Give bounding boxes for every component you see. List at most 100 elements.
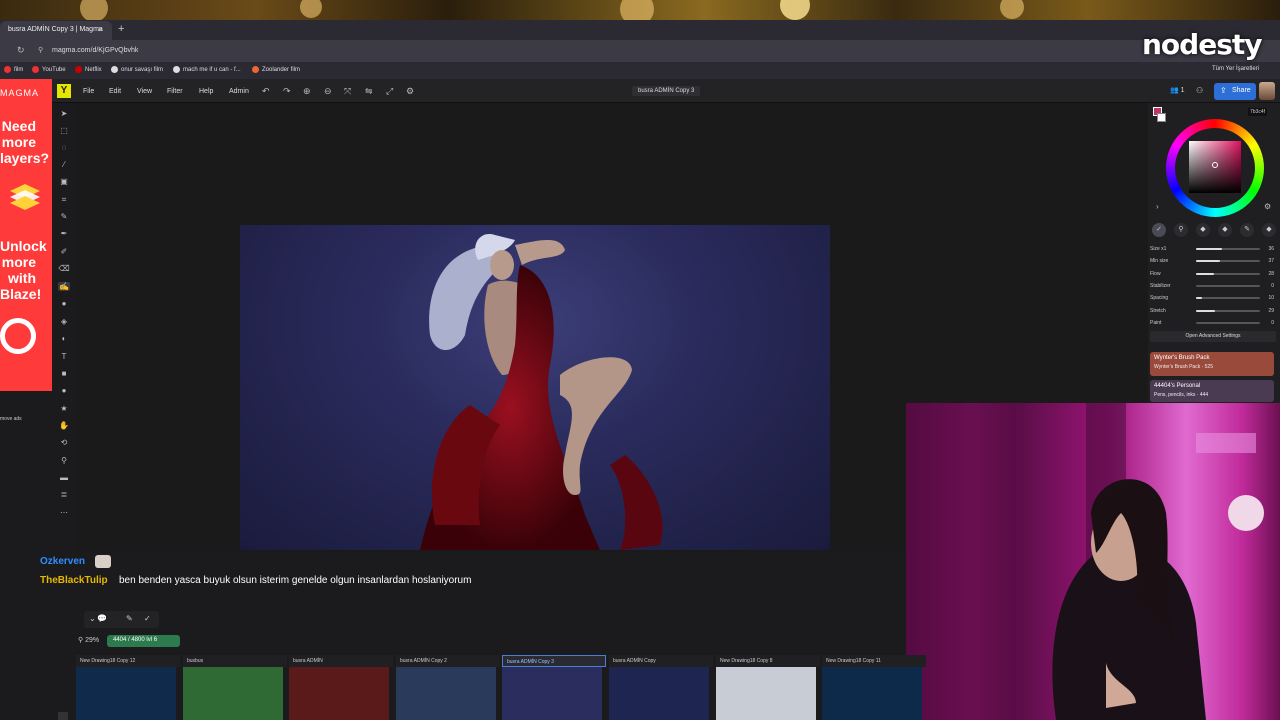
smudge-icon[interactable]: ✍ xyxy=(58,282,70,291)
menu-file[interactable]: File xyxy=(83,88,94,95)
document-title[interactable]: busra ADMİN Copy 3 xyxy=(632,86,701,96)
pen-small-icon[interactable]: ✓ xyxy=(144,614,151,623)
brush-preset-2[interactable]: ⚲ xyxy=(1174,223,1188,237)
thumbnail-image[interactable] xyxy=(183,667,283,720)
slider-track[interactable] xyxy=(1196,285,1260,287)
more-icon[interactable]: ⋯ xyxy=(58,508,70,517)
blur-icon[interactable]: ● xyxy=(58,299,70,308)
open-advanced-settings-button[interactable]: Open Advanced Settings xyxy=(1150,331,1276,342)
reload-icon[interactable]: ↻ xyxy=(17,45,25,56)
thumbnail-label[interactable]: busra ADMİN xyxy=(289,655,393,667)
thumbnail-label[interactable]: New Drawing18 Copy 8 xyxy=(716,655,820,667)
tab-close-icon[interactable]: × xyxy=(98,25,103,34)
gradient-icon[interactable]: ◐ xyxy=(58,334,70,343)
slider-track[interactable] xyxy=(1196,248,1260,250)
undo-icon[interactable]: ↶ xyxy=(262,86,270,97)
zoom-in-icon[interactable]: ⊕ xyxy=(303,86,311,97)
menu-view[interactable]: View xyxy=(137,88,152,95)
bucket-icon[interactable]: ◈ xyxy=(58,317,70,326)
chat-icon[interactable]: 💬 xyxy=(97,614,107,623)
brush-preset-4[interactable]: ◆ xyxy=(1218,223,1232,237)
fit-icon[interactable]: ⤧ xyxy=(344,86,351,97)
brush-preset-1[interactable]: ✓ xyxy=(1152,223,1166,237)
thumbnail-image[interactable] xyxy=(396,667,496,720)
bookmark-item[interactable]: onur savaşı film xyxy=(111,66,163,73)
zoom-icon[interactable]: ⚲ xyxy=(58,456,70,465)
menu-admin[interactable]: Admin xyxy=(229,88,249,95)
settings-icon[interactable]: ⚙ xyxy=(406,86,414,97)
bookmark-item[interactable]: Netflix xyxy=(75,66,102,73)
lasso-icon[interactable]: ◌ xyxy=(58,143,70,152)
rectangle-icon[interactable]: ■ xyxy=(58,369,70,378)
text-icon[interactable]: T xyxy=(58,352,70,361)
gear-icon[interactable]: ⚙ xyxy=(1264,202,1271,211)
bookmark-item[interactable]: Zoolander film xyxy=(252,66,300,73)
rotate-icon[interactable]: ⟲ xyxy=(58,438,70,447)
ellipse-icon[interactable]: ● xyxy=(58,386,70,395)
zoom-out-icon[interactable]: ⊖ xyxy=(324,86,332,97)
slider-track[interactable] xyxy=(1196,310,1260,312)
zoom-level[interactable]: ⚲ 29% xyxy=(78,636,99,644)
slider-track[interactable] xyxy=(1196,273,1260,275)
menu-edit[interactable]: Edit xyxy=(109,88,121,95)
thumbnail-label[interactable]: New Drawing18 Copy 11 xyxy=(822,655,926,667)
brush-icon[interactable]: ✐ xyxy=(58,247,70,256)
menu-help[interactable]: Help xyxy=(199,88,213,95)
all-bookmarks[interactable]: Tüm Yer İşaretleri xyxy=(1212,66,1259,72)
brush-preset-3[interactable]: ◆ xyxy=(1196,223,1210,237)
brush-pack-card[interactable]: 44404's Personal Pens, pencils, inks · 4… xyxy=(1150,380,1274,402)
thumbnail-image[interactable] xyxy=(76,667,176,720)
thumbnail-label[interactable]: busbus xyxy=(183,655,287,667)
pencil-icon[interactable]: ✎ xyxy=(58,212,70,221)
scroll-left-button[interactable] xyxy=(58,712,68,720)
chevron-right-icon[interactable]: › xyxy=(1156,202,1159,211)
thumbnail-label[interactable]: New Drawing18 Copy 12 xyxy=(76,655,180,667)
transform-icon[interactable]: ▣ xyxy=(58,177,70,186)
new-tab-icon[interactable]: + xyxy=(118,23,124,35)
background-color-swatch[interactable] xyxy=(1157,113,1166,122)
redo-icon[interactable]: ↷ xyxy=(283,86,291,97)
remove-ads-link[interactable]: move ads xyxy=(0,416,22,422)
comment-icon[interactable]: ▬ xyxy=(58,473,70,482)
hand-icon[interactable]: ✋ xyxy=(58,421,70,430)
bookmark-item[interactable]: film xyxy=(4,66,23,73)
color-cursor[interactable] xyxy=(1212,162,1218,168)
users-count[interactable]: 👥 1 xyxy=(1170,86,1185,94)
add-user-icon[interactable]: ⚇ xyxy=(1196,86,1203,95)
bookmark-item[interactable]: YouTube xyxy=(32,66,66,73)
magic-wand-icon[interactable]: ⁄ xyxy=(58,160,70,169)
site-info-icon[interactable]: ⚲ xyxy=(38,46,43,54)
url-field[interactable]: magma.com/d/KjGPvQbvhk xyxy=(52,47,138,54)
thumbnail-image[interactable] xyxy=(609,667,709,720)
slider-track[interactable] xyxy=(1196,297,1260,299)
chevron-down-icon[interactable]: ⌄ xyxy=(89,614,96,623)
brush-pack-card[interactable]: Wynter's Brush Pack Wynter's Brush Pack … xyxy=(1150,352,1274,376)
app-logo[interactable]: Y xyxy=(57,84,71,98)
layers-tool-icon[interactable]: ≣ xyxy=(58,490,70,499)
flip-icon[interactable]: ⇋ xyxy=(365,86,373,97)
avatar[interactable] xyxy=(1259,82,1275,100)
thumbnail-image[interactable] xyxy=(716,667,816,720)
menu-filter[interactable]: Filter xyxy=(167,88,183,95)
select-rect-icon[interactable]: ⬚ xyxy=(58,126,70,135)
thumbnail-label[interactable]: busra ADMİN Copy xyxy=(609,655,713,667)
slider-track[interactable] xyxy=(1196,260,1260,262)
artwork-canvas[interactable] xyxy=(240,225,830,550)
brush-preset-5[interactable]: ✎ xyxy=(1240,223,1254,237)
bookmark-item[interactable]: mach me if u can - f... xyxy=(173,66,241,73)
thumbnail-image[interactable] xyxy=(822,667,922,720)
slider-track[interactable] xyxy=(1196,322,1260,324)
pen-icon[interactable]: ✒ xyxy=(58,229,70,238)
brush-preset-6[interactable]: ◆ xyxy=(1262,223,1276,237)
move-tool-icon[interactable]: ➤ xyxy=(58,109,70,118)
shape-icon[interactable]: ★ xyxy=(58,404,70,413)
thumbnail-image[interactable] xyxy=(502,667,602,720)
eraser-icon[interactable]: ⌫ xyxy=(58,264,70,273)
hex-value[interactable]: 7b3c4f xyxy=(1248,108,1268,116)
crop-icon[interactable]: ⌗ xyxy=(58,195,70,205)
thumbnail-image[interactable] xyxy=(289,667,389,720)
fullscreen-icon[interactable]: ⤢ xyxy=(386,86,393,97)
brush-small-icon[interactable]: ✎ xyxy=(126,614,133,623)
thumbnail-label[interactable]: busra ADMİN Copy 2 xyxy=(396,655,500,667)
thumbnail-label[interactable]: busra ADMİN Copy 3 xyxy=(502,655,606,667)
